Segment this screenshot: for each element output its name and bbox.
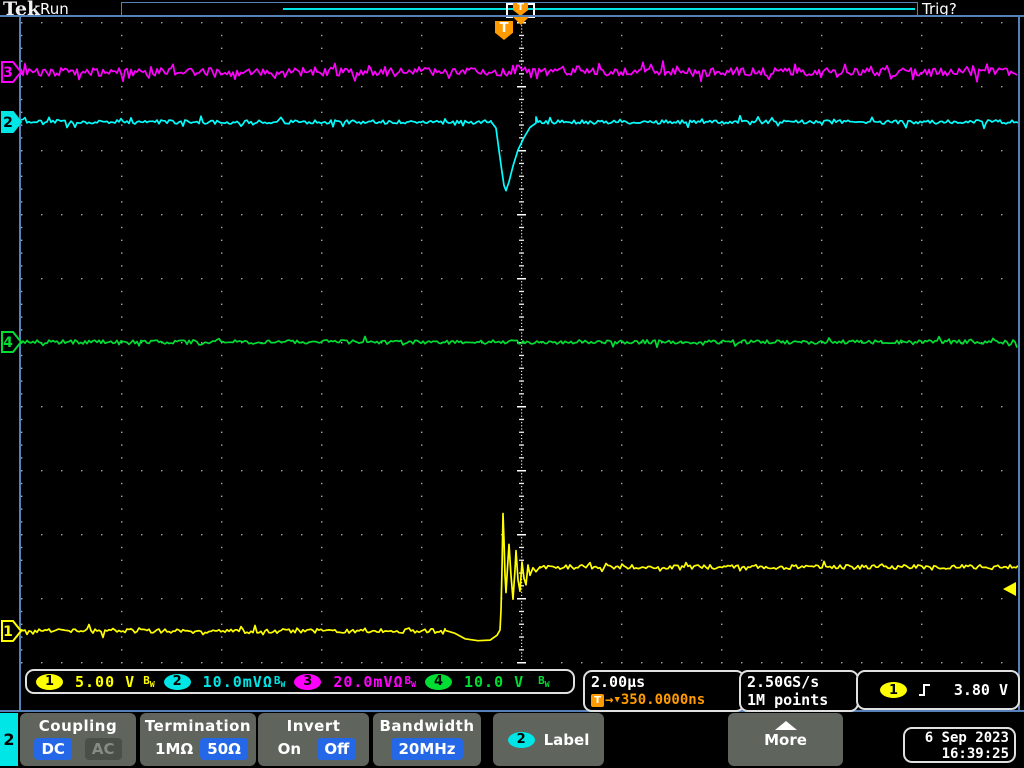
ch3-impedance: Ω bbox=[393, 672, 404, 691]
ch1-trace bbox=[21, 512, 1018, 642]
termination-title: Termination bbox=[144, 717, 252, 735]
record-length: 1M points bbox=[747, 691, 829, 709]
acquisition-readout-box: 2.50GS/s 1M points bbox=[739, 670, 859, 712]
delay-value: 350.0000ns bbox=[620, 692, 706, 708]
coupling-dc-option[interactable]: DC bbox=[34, 738, 72, 760]
svg-text:4: 4 bbox=[3, 335, 13, 351]
sample-rate: 2.50GS/s bbox=[747, 673, 820, 691]
ch2-impedance: Ω bbox=[262, 672, 273, 691]
svg-text:1: 1 bbox=[3, 624, 13, 640]
more-up-triangle-icon bbox=[774, 721, 797, 730]
invert-on-option[interactable]: On bbox=[271, 738, 308, 760]
coupling-ac-option[interactable]: AC bbox=[84, 738, 122, 760]
ch2-readout: 2 10.0mV Ω BW bbox=[163, 672, 286, 691]
invert-off-option[interactable]: Off bbox=[317, 738, 357, 760]
ch1-bandwidth-limit-icon: BW bbox=[143, 673, 155, 690]
record-view-bar: T bbox=[121, 2, 918, 18]
bandwidth-title: Bandwidth bbox=[379, 717, 475, 735]
coupling-title: Coupling bbox=[38, 717, 118, 735]
ch3-badge: 3 bbox=[294, 673, 322, 690]
oscilloscope-screen: Tek Run T Trig? 3241 T 1 5.00 V BW 2 10.… bbox=[0, 0, 1024, 768]
label-title: Label bbox=[543, 730, 590, 749]
waveform-display bbox=[21, 22, 1018, 664]
date-text: 6 Sep 2023 bbox=[924, 730, 1009, 746]
datetime-box: 6 Sep 2023 16:39:25 bbox=[903, 727, 1016, 763]
ch4-position-marker[interactable]: 4 bbox=[1, 330, 23, 354]
trigger-level: 3.80 V bbox=[953, 681, 1008, 699]
ch4-bandwidth-limit-icon: BW bbox=[538, 673, 550, 690]
trigger-delay-readout: T → ▼ 350.0000ns bbox=[591, 692, 737, 708]
termination-button[interactable]: Termination 1MΩ 50Ω bbox=[140, 713, 256, 766]
ch2-bandwidth-limit-icon: BW bbox=[273, 673, 286, 690]
delay-trigger-icon: T bbox=[591, 693, 604, 707]
ch1-position-marker[interactable]: 1 bbox=[1, 619, 23, 643]
svg-text:3: 3 bbox=[3, 65, 13, 81]
trigger-readout-box: 1 3.80 V bbox=[856, 670, 1020, 710]
ch2-badge: 2 bbox=[163, 673, 191, 690]
ch3-trace bbox=[21, 60, 1018, 83]
ch1-badge: 1 bbox=[36, 673, 63, 690]
ch2-trace bbox=[21, 114, 1018, 192]
ch1-readout: 1 5.00 V BW bbox=[36, 673, 155, 691]
invert-title: Invert bbox=[286, 717, 341, 735]
more-title: More bbox=[764, 731, 807, 749]
menu-channel-tab[interactable]: 2 bbox=[0, 713, 18, 766]
trigger-slope-icon bbox=[919, 684, 930, 696]
svg-text:2: 2 bbox=[3, 115, 13, 131]
termination-50-option[interactable]: 50Ω bbox=[200, 738, 248, 760]
termination-1m-option[interactable]: 1MΩ bbox=[148, 738, 200, 760]
ch2-scale: 10.0mV bbox=[202, 672, 263, 691]
frame-bottom-line bbox=[0, 710, 1024, 712]
bandwidth-20mhz-option[interactable]: 20MHz bbox=[391, 738, 463, 760]
invert-button[interactable]: Invert On Off bbox=[258, 713, 369, 766]
trigger-position-caret-icon[interactable] bbox=[513, 17, 529, 25]
ch3-bandwidth-limit-icon: BW bbox=[404, 673, 416, 690]
trigger-source-badge: 1 bbox=[880, 682, 907, 698]
ch3-readout: 3 20.0mV Ω BW bbox=[294, 673, 416, 691]
coupling-button[interactable]: Coupling DC AC bbox=[20, 713, 136, 766]
timebase-readout-box: 2.00µs T → ▼ 350.0000ns bbox=[583, 670, 745, 712]
channel-readouts-box: 1 5.00 V BW 2 10.0mV Ω BW 3 20.0mV Ω BW … bbox=[25, 669, 575, 694]
frame-right-line bbox=[1018, 15, 1020, 712]
trigger-level-arrow-icon[interactable] bbox=[1003, 582, 1016, 596]
ch2-position-marker[interactable]: 2 bbox=[1, 110, 23, 134]
ch4-badge: 4 bbox=[424, 673, 452, 690]
more-button[interactable]: More bbox=[728, 713, 843, 766]
time-text: 16:39:25 bbox=[941, 746, 1009, 762]
ch3-position-marker[interactable]: 3 bbox=[1, 60, 23, 84]
label-channel-badge: 2 bbox=[507, 731, 535, 748]
ch1-scale: 5.00 V bbox=[75, 672, 136, 691]
record-waveform-line bbox=[283, 8, 915, 10]
ch3-scale: 20.0mV bbox=[333, 672, 394, 691]
ch4-scale: 10.0 V bbox=[463, 672, 525, 691]
label-button[interactable]: 2 Label bbox=[493, 713, 604, 766]
timebase-scale: 2.00µs bbox=[591, 673, 646, 691]
ch4-readout: 4 10.0 V BW bbox=[424, 672, 550, 691]
bandwidth-button[interactable]: Bandwidth 20MHz bbox=[373, 713, 481, 766]
